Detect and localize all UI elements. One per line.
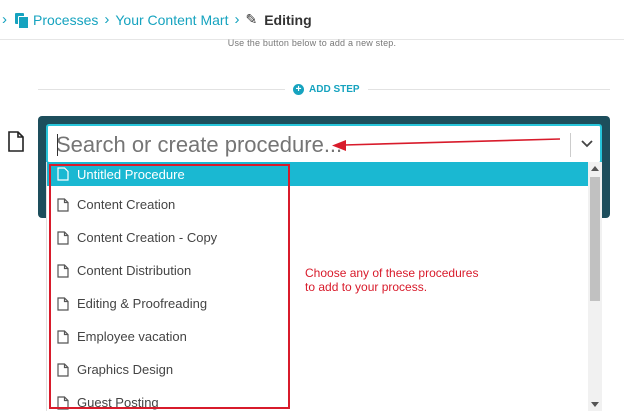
annotation-highlight-box	[49, 164, 290, 409]
breadcrumb: › Processes › Your Content Mart › ✎ Edit…	[0, 0, 624, 40]
annotation-line: to add to your process.	[305, 280, 428, 294]
add-step-button[interactable]: + ADD STEP	[285, 80, 368, 98]
dropdown-scrollbar[interactable]	[588, 162, 602, 411]
page: › Processes › Your Content Mart › ✎ Edit…	[0, 0, 624, 411]
text-caret	[57, 134, 58, 156]
breadcrumb-current: Editing	[264, 11, 312, 28]
document-icon	[8, 131, 24, 152]
add-step-row: + ADD STEP	[38, 80, 610, 98]
annotation-line: Choose any of these procedures	[305, 266, 479, 280]
breadcrumb-processes-link[interactable]: Processes	[33, 12, 98, 28]
add-step-hint: Use the button below to add a new step.	[227, 38, 397, 48]
scroll-up-arrow-icon[interactable]	[591, 166, 599, 171]
add-step-label: ADD STEP	[309, 83, 360, 95]
chevron-right-icon: ›	[104, 11, 110, 28]
scroll-down-arrow-icon[interactable]	[591, 402, 599, 407]
breadcrumb-process-link[interactable]: Your Content Mart	[115, 12, 228, 28]
chevron-right-icon: ›	[234, 11, 240, 28]
chevron-down-icon[interactable]	[579, 135, 595, 151]
select-divider	[570, 133, 571, 157]
documents-icon	[13, 12, 29, 29]
chevron-right-icon: ›	[2, 11, 7, 28]
annotation-arrow	[332, 138, 561, 151]
plus-circle-icon: +	[293, 83, 304, 95]
pencil-icon: ✎	[245, 11, 258, 27]
scroll-thumb[interactable]	[590, 177, 600, 301]
annotation-text: Choose any of these procedures to add to…	[305, 266, 525, 294]
